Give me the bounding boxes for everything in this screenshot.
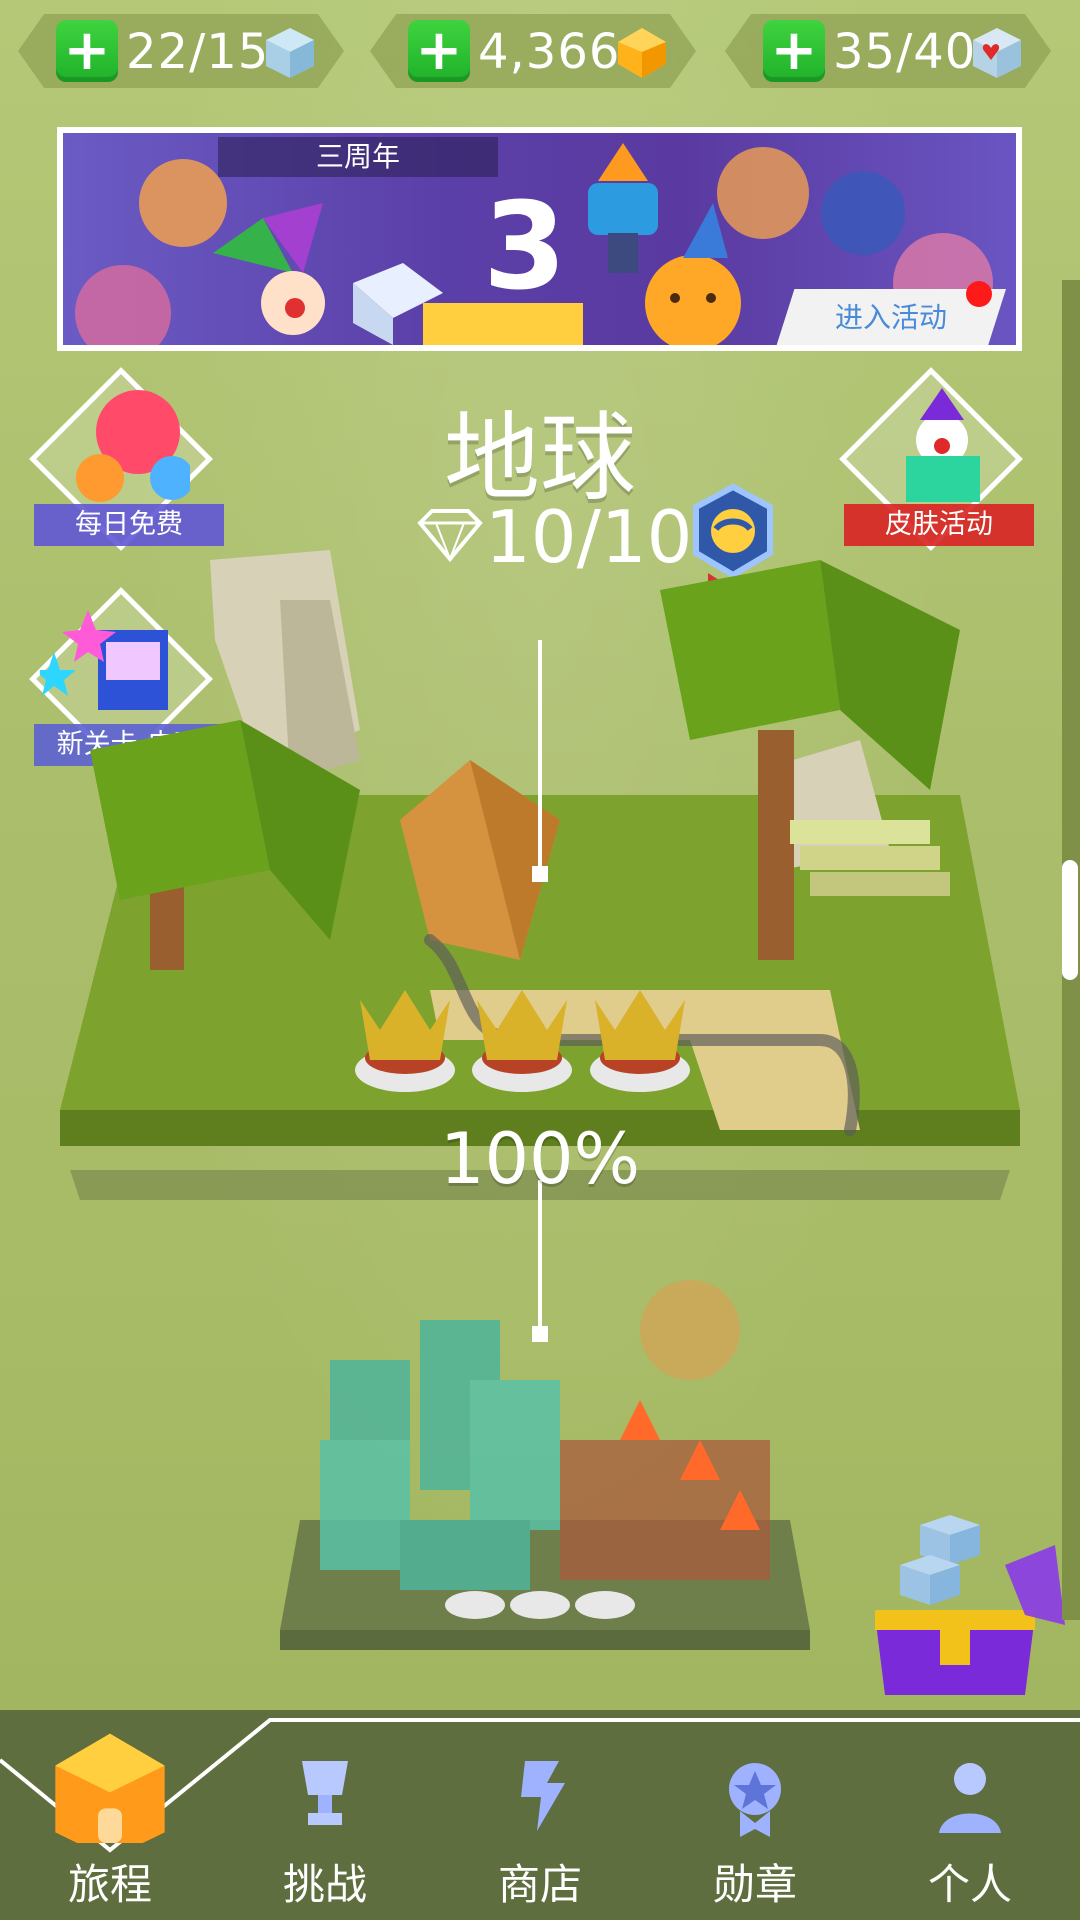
gold-gem-icon xyxy=(618,28,666,78)
add-gem-button[interactable]: + xyxy=(408,20,470,82)
tab-label-journey: 旅程 xyxy=(67,1860,152,1909)
medal-icon xyxy=(729,1763,781,1837)
ice-stat[interactable]: + 22/15 xyxy=(18,14,344,88)
user-icon xyxy=(939,1763,1001,1833)
house-icon xyxy=(55,1733,165,1843)
trophy-icon xyxy=(302,1761,348,1825)
notification-dot xyxy=(966,281,992,307)
tab-shop[interactable]: 商店 xyxy=(450,1751,630,1912)
ice-cube-icon xyxy=(266,28,314,78)
tab-challenge[interactable]: 挑战 xyxy=(235,1751,415,1912)
add-ice-button[interactable]: + xyxy=(56,20,118,82)
tab-label-challenge: 挑战 xyxy=(282,1860,367,1909)
heart-cube-icon xyxy=(973,28,1021,78)
add-heart-button[interactable]: + xyxy=(763,20,825,82)
ice-count: 22/15 xyxy=(126,24,270,80)
heart-stat[interactable]: + 35/40 xyxy=(725,14,1051,88)
anniversary-banner[interactable]: 三周年 3 进入活动 xyxy=(57,127,1022,351)
svg-text:3: 3 xyxy=(483,178,567,317)
gem-count: 4,366 xyxy=(478,24,621,80)
tab-label-shop: 商店 xyxy=(497,1860,582,1909)
heart-count: 35/40 xyxy=(833,24,977,80)
tab-profile[interactable]: 个人 xyxy=(880,1751,1060,1912)
shop-s-icon xyxy=(521,1761,565,1831)
scroll-handle[interactable] xyxy=(1062,860,1078,980)
gem-stat[interactable]: + 4,366 xyxy=(370,14,696,88)
tab-journey[interactable]: 旅程 xyxy=(20,1723,200,1912)
tab-label-medals: 勋章 xyxy=(712,1860,797,1909)
tab-label-profile: 个人 xyxy=(927,1860,1012,1909)
tab-medals[interactable]: 勋章 xyxy=(665,1751,845,1912)
world-percent: 100% xyxy=(439,1118,641,1200)
treasure-chest-icon[interactable] xyxy=(845,1505,1075,1705)
